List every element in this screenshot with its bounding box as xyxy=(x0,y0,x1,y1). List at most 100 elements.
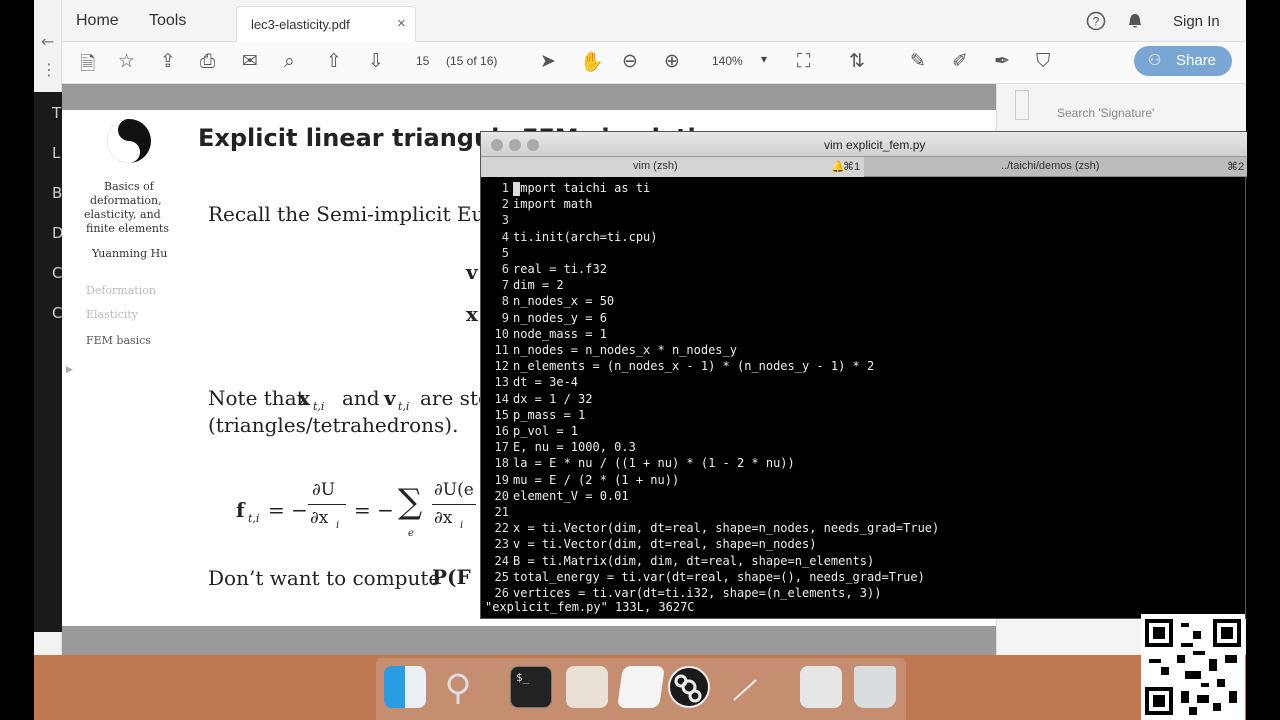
code-line[interactable]: 14 dx = 1 / 32 xyxy=(481,392,593,408)
chevron-down-icon[interactable]: ▾ xyxy=(761,52,767,66)
terminal-window[interactable]: vim explicit_fem.py vim (zsh) 🔔 ⌘1 ../ta… xyxy=(480,131,1247,619)
zoom-button[interactable] xyxy=(527,139,539,151)
code-line[interactable]: 25 total_energy = ti.var(dt=real, shape=(… xyxy=(481,570,925,586)
code-text: p_vol = 1 xyxy=(513,424,579,438)
nav-item-elasticity[interactable]: Elasticity xyxy=(86,308,138,321)
code-text: total_energy = ti.var(dt=real, shape=(),… xyxy=(513,569,925,584)
tab-document[interactable]: lec3-elasticity.pdf × xyxy=(236,6,416,42)
fit-page-icon[interactable]: ⛶ xyxy=(797,50,810,72)
upload-icon[interactable]: ⇪ xyxy=(160,50,176,72)
code-text: dt = 3e-4 xyxy=(513,375,579,390)
star-icon[interactable]: ☆ xyxy=(118,50,135,72)
zoom-in-icon[interactable]: ⊕ xyxy=(664,50,680,72)
code-line[interactable]: 10 node_mass = 1 xyxy=(481,327,607,343)
page-up-icon[interactable]: ⇧ xyxy=(326,50,342,72)
code-line[interactable]: 1 import taichi as ti xyxy=(481,181,651,197)
trash-icon[interactable] xyxy=(854,666,896,708)
line-number: 20 xyxy=(494,488,509,503)
slide-text-note-a: Note that xyxy=(208,386,305,410)
code-line[interactable]: 11 n_nodes = n_nodes_x * n_nodes_y xyxy=(481,343,737,359)
back-icon[interactable]: ← xyxy=(41,32,54,51)
tab-tools[interactable]: Tools xyxy=(149,12,186,30)
save-icon[interactable]: 🗎 xyxy=(80,50,95,82)
code-text: p_mass = 1 xyxy=(513,407,586,422)
code-line[interactable]: 20 element_V = 0.01 xyxy=(481,489,629,505)
code-line[interactable]: 24 B = ti.Matrix(dim, dim, dt=real, shape… xyxy=(481,553,875,570)
svg-text:?: ? xyxy=(1093,15,1100,29)
close-button[interactable] xyxy=(491,139,503,151)
code-editor[interactable]: 1 import taichi as ti 2 import math 3 4 ti.ini… xyxy=(481,181,1247,600)
search-icon[interactable] xyxy=(438,666,480,708)
code-line[interactable]: 16 p_vol = 1 xyxy=(481,424,578,440)
code-line[interactable]: 3 xyxy=(481,213,513,229)
code-line[interactable]: 4 ti.init(arch=ti.cpu) xyxy=(481,230,658,246)
math-P-of-F: P(F xyxy=(432,565,471,589)
panel-collapse-handle[interactable] xyxy=(1015,90,1029,120)
line-number: 2 xyxy=(501,197,509,212)
side-letter: C xyxy=(52,304,63,322)
hand-icon[interactable]: ✋ xyxy=(580,50,604,73)
dock: $_ xyxy=(376,658,906,720)
preview-icon[interactable] xyxy=(566,666,608,708)
code-text: n_nodes_x = 50 xyxy=(513,294,615,309)
sign-icon[interactable]: ✒ xyxy=(994,50,1010,72)
script-editor-icon[interactable] xyxy=(726,666,768,708)
sidebar-heading-line: deformation, xyxy=(90,194,162,207)
code-line[interactable]: 7 dim = 2 xyxy=(481,278,564,294)
search-zoom-icon[interactable]: ⌕ xyxy=(284,50,295,72)
highlight-icon[interactable]: ✐ xyxy=(952,50,968,72)
comment-icon[interactable]: ✎ xyxy=(910,50,926,72)
cursor-icon[interactable]: ➤ xyxy=(540,50,556,72)
help-icon[interactable]: ? xyxy=(1086,11,1106,31)
email-icon[interactable]: ✉ xyxy=(242,50,258,72)
code-line[interactable]: 22 x = ti.Vector(dim, dt=real, shape=n_no… xyxy=(481,521,940,537)
bell-icon[interactable] xyxy=(1126,12,1144,30)
code-line[interactable]: 17 E, nu = 1000, 0.3 xyxy=(481,440,636,456)
scroll-icon[interactable]: ⇅ xyxy=(849,50,865,72)
nav-item-fem-basics[interactable]: FEM basics xyxy=(86,334,151,347)
tools-search-input[interactable]: Search 'Signature' xyxy=(1057,106,1154,120)
minimize-button[interactable] xyxy=(509,139,521,151)
line-number: 24 xyxy=(494,553,509,568)
page-down-icon[interactable]: ⇩ xyxy=(368,50,384,72)
terminal-icon[interactable]: $_ xyxy=(510,666,552,708)
tab-home[interactable]: Home xyxy=(76,12,119,30)
code-text: import taichi as ti xyxy=(513,181,651,195)
page-number-field[interactable]: 15 xyxy=(416,54,429,68)
page-gap-bottom xyxy=(62,626,996,655)
math-sub: t,i xyxy=(398,400,410,413)
finder-icon[interactable] xyxy=(384,666,426,708)
tab-document-label: lec3-elasticity.pdf xyxy=(251,17,350,32)
code-line[interactable]: 19 mu = E / (2 * (1 + nu)) xyxy=(481,473,680,489)
notes-icon[interactable] xyxy=(617,666,665,708)
code-line[interactable]: 2 import math xyxy=(481,197,593,213)
zoom-level[interactable]: 140% xyxy=(712,54,743,68)
line-number: 22 xyxy=(494,521,509,536)
fill-sign-icon[interactable]: ⛉ xyxy=(1036,50,1050,72)
line-number: 6 xyxy=(501,262,509,276)
code-line[interactable]: 13 dt = 3e-4 xyxy=(481,375,578,391)
nav-item-deformation[interactable]: Deformation xyxy=(86,284,156,297)
code-line[interactable]: 15 p_mass = 1 xyxy=(481,407,586,424)
code-line[interactable]: 18 la = E * nu / ((1 + nu) * (1 - 2 * nu)… xyxy=(481,456,795,472)
line-number: 23 xyxy=(494,537,509,552)
math-f: f xyxy=(236,498,245,522)
zoom-out-icon[interactable]: ⊖ xyxy=(622,50,638,72)
close-icon[interactable]: × xyxy=(397,15,406,32)
code-line[interactable]: 8 n_nodes_x = 50 xyxy=(481,294,614,310)
share-button[interactable]: ⚇ Share xyxy=(1134,46,1232,76)
code-line[interactable]: 23 v = ti.Vector(dim, dt=real, shape=n_no… xyxy=(481,537,817,553)
code-line[interactable]: 6 real = ti.f32 xyxy=(481,262,607,278)
code-line[interactable]: 9 n_nodes_y = 6 xyxy=(481,311,607,327)
obs-icon[interactable] xyxy=(668,666,710,708)
sign-in-link[interactable]: Sign In xyxy=(1173,13,1220,30)
triangle-marker-icon: ▶ xyxy=(66,364,73,374)
tab-demos-label[interactable]: ../taichi/demos (zsh) xyxy=(1001,160,1099,172)
code-line[interactable]: 5 xyxy=(481,246,513,262)
line-number: 10 xyxy=(494,326,509,341)
scanner-icon[interactable] xyxy=(800,666,842,708)
code-line[interactable]: 21 xyxy=(481,505,513,521)
code-text: node_mass = 1 xyxy=(513,326,607,341)
print-icon[interactable]: ⎙ xyxy=(200,50,215,72)
code-line[interactable]: 12 n_elements = (n_nodes_x - 1) * (n_node… xyxy=(481,359,875,375)
